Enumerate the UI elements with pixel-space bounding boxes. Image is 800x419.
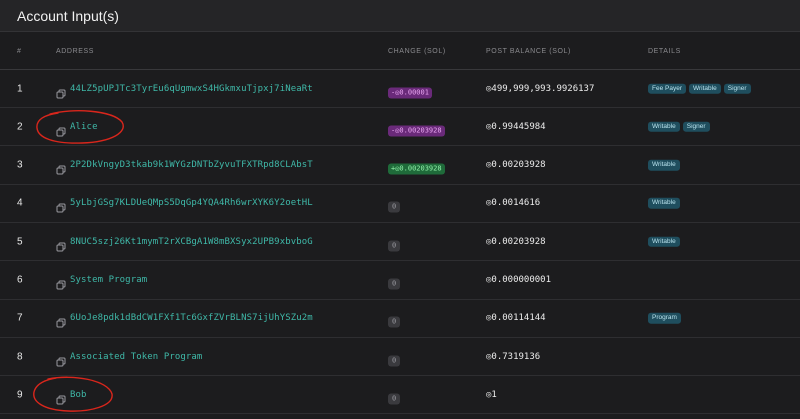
detail-tag: Writable <box>648 198 680 209</box>
post-balance: ◎0.00203928 <box>486 236 546 247</box>
change-badge: +◎0.00203928 <box>388 163 445 175</box>
details-cell: Writable <box>648 236 680 247</box>
address-cell: Bob <box>56 390 87 405</box>
col-details-header: DETAILS <box>648 48 681 55</box>
address-link[interactable]: Bob <box>70 390 87 400</box>
copy-icon[interactable] <box>56 198 66 213</box>
post-balance: ◎0.99445984 <box>486 121 546 132</box>
change-cell: 0 <box>388 385 401 405</box>
copy-icon[interactable] <box>56 237 66 252</box>
details-cell: Fee Payer Writable Signer <box>648 83 751 94</box>
table-row: 4 5yLbjGSg7KLDUeQMpS5DqGp4YQA4Rh6wrXYK6Y2… <box>0 185 800 223</box>
change-badge: 0 <box>388 316 401 328</box>
detail-tag: Writable <box>648 159 680 171</box>
detail-tag: Signer <box>682 121 710 133</box>
post-balance: ◎0.00114144 <box>486 313 546 324</box>
copy-icon[interactable] <box>56 84 66 98</box>
change-badge: 0 <box>388 278 401 290</box>
address-link[interactable]: Alice <box>70 122 98 132</box>
details-cell: Program <box>648 313 681 324</box>
address-cell: Alice <box>56 122 98 137</box>
col-change-header: CHANGE (SOL) <box>388 48 446 55</box>
copy-icon[interactable] <box>56 352 66 367</box>
table-row: 5 8NUC5szj26Kt1mymT2rXCBgA1W8mBXSyx2UPB9x… <box>0 223 800 262</box>
row-index: 8 <box>17 351 23 363</box>
detail-tag: Writable <box>648 236 680 247</box>
post-balance: ◎0.0014616 <box>486 198 541 209</box>
detail-tag: Writable <box>648 121 680 133</box>
copy-icon[interactable] <box>56 313 66 328</box>
address-link[interactable]: System Program <box>70 275 147 285</box>
address-cell: Associated Token Program <box>56 352 202 367</box>
detail-tag: Fee Payer <box>648 83 686 94</box>
change-badge: 0 <box>388 393 401 405</box>
address-cell: 44LZ5pUPJTc3TyrEu6qUgmwxS4HGkmxuTjpxj7iN… <box>56 84 313 98</box>
change-cell: 0 <box>388 347 401 367</box>
row-index: 1 <box>17 83 23 94</box>
details-cell: Writable <box>648 198 680 209</box>
change-badge: -◎0.00203928 <box>388 125 445 137</box>
table-row: 1 44LZ5pUPJTc3TyrEu6qUgmwxS4HGkmxuTjpxj7i… <box>0 70 800 108</box>
address-link[interactable]: 44LZ5pUPJTc3TyrEu6qUgmwxS4HGkmxuTjpxj7iN… <box>70 84 313 94</box>
change-badge: -◎0.00001 <box>388 87 432 98</box>
address-cell: 2P2DkVngyD3tkab9k1WYGzDNTbZyvuTFXTRpd8CL… <box>56 160 313 175</box>
copy-icon[interactable] <box>56 390 66 405</box>
row-index: 5 <box>17 236 23 248</box>
address-link[interactable]: 5yLbjGSg7KLDUeQMpS5DqGp4YQA4Rh6wrXYK6Y2o… <box>70 198 313 208</box>
table-row: 7 6UoJe8pdk1dBdCW1FXf1Tc6GxfZVrBLNS7ijUhY… <box>0 300 800 338</box>
post-balance: ◎0.000000001 <box>486 275 552 285</box>
change-cell: 0 <box>388 194 401 213</box>
table-row: 3 2P2DkVngyD3tkab9k1WYGzDNTbZyvuTFXTRpd8C… <box>0 147 800 185</box>
change-cell: 0 <box>388 232 401 252</box>
card-title: Account Input(s) <box>17 7 119 24</box>
table-row: 9 Bob 0 ◎1 <box>0 376 800 415</box>
detail-tag: Program <box>648 313 681 324</box>
copy-icon[interactable] <box>56 160 66 175</box>
post-balance: ◎1 <box>486 389 497 400</box>
details-cell: Writable <box>648 159 680 171</box>
address-link[interactable]: Associated Token Program <box>70 352 202 362</box>
address-cell: 8NUC5szj26Kt1mymT2rXCBgA1W8mBXSyx2UPB9xb… <box>56 237 313 252</box>
table-header: # ADDRESS CHANGE (SOL) POST BALANCE (SOL… <box>0 32 800 70</box>
row-index: 2 <box>17 121 23 133</box>
change-badge: 0 <box>388 201 401 213</box>
change-badge: 0 <box>388 240 401 252</box>
change-cell: +◎0.00203928 <box>388 156 445 175</box>
row-index: 6 <box>17 274 23 286</box>
table-row: 6 System Program 0 ◎0.000000001 <box>0 262 800 300</box>
post-balance: ◎0.7319136 <box>486 351 541 362</box>
col-balance-header: POST BALANCE (SOL) <box>486 48 571 55</box>
col-index-header: # <box>17 48 22 55</box>
post-balance: ◎499,999,993.9926137 <box>486 83 595 94</box>
change-badge: 0 <box>388 355 401 367</box>
change-cell: -◎0.00001 <box>388 79 432 98</box>
change-cell: 0 <box>388 309 401 328</box>
col-address-header: ADDRESS <box>56 48 95 55</box>
change-cell: 0 <box>388 271 401 290</box>
row-index: 7 <box>17 312 23 324</box>
address-link[interactable]: 6UoJe8pdk1dBdCW1FXf1Tc6GxfZVrBLNS7ijUhYS… <box>70 313 313 323</box>
copy-icon[interactable] <box>56 122 66 137</box>
address-cell: System Program <box>56 275 147 290</box>
table-row: 2 Alice -◎0.00203928 ◎0.99445984 Writable Sig… <box>0 108 800 147</box>
row-index: 9 <box>17 389 23 401</box>
detail-tag: Signer <box>723 83 751 94</box>
address-cell: 5yLbjGSg7KLDUeQMpS5DqGp4YQA4Rh6wrXYK6Y2o… <box>56 198 313 213</box>
copy-icon[interactable] <box>56 275 66 290</box>
row-index: 4 <box>17 197 23 209</box>
change-cell: -◎0.00203928 <box>388 117 445 137</box>
address-link[interactable]: 8NUC5szj26Kt1mymT2rXCBgA1W8mBXSyx2UPB9xb… <box>70 237 313 247</box>
details-cell: Writable Signer <box>648 121 710 133</box>
address-cell: 6UoJe8pdk1dBdCW1FXf1Tc6GxfZVrBLNS7ijUhYS… <box>56 313 313 328</box>
address-link[interactable]: 2P2DkVngyD3tkab9k1WYGzDNTbZyvuTFXTRpd8CL… <box>70 160 313 170</box>
post-balance: ◎0.00203928 <box>486 160 546 171</box>
card-header: Account Input(s) <box>0 0 800 32</box>
row-index: 3 <box>17 159 23 171</box>
table-row: 8 Associated Token Program 0 ◎0.7319136 <box>0 338 800 377</box>
detail-tag: Writable <box>689 83 721 94</box>
